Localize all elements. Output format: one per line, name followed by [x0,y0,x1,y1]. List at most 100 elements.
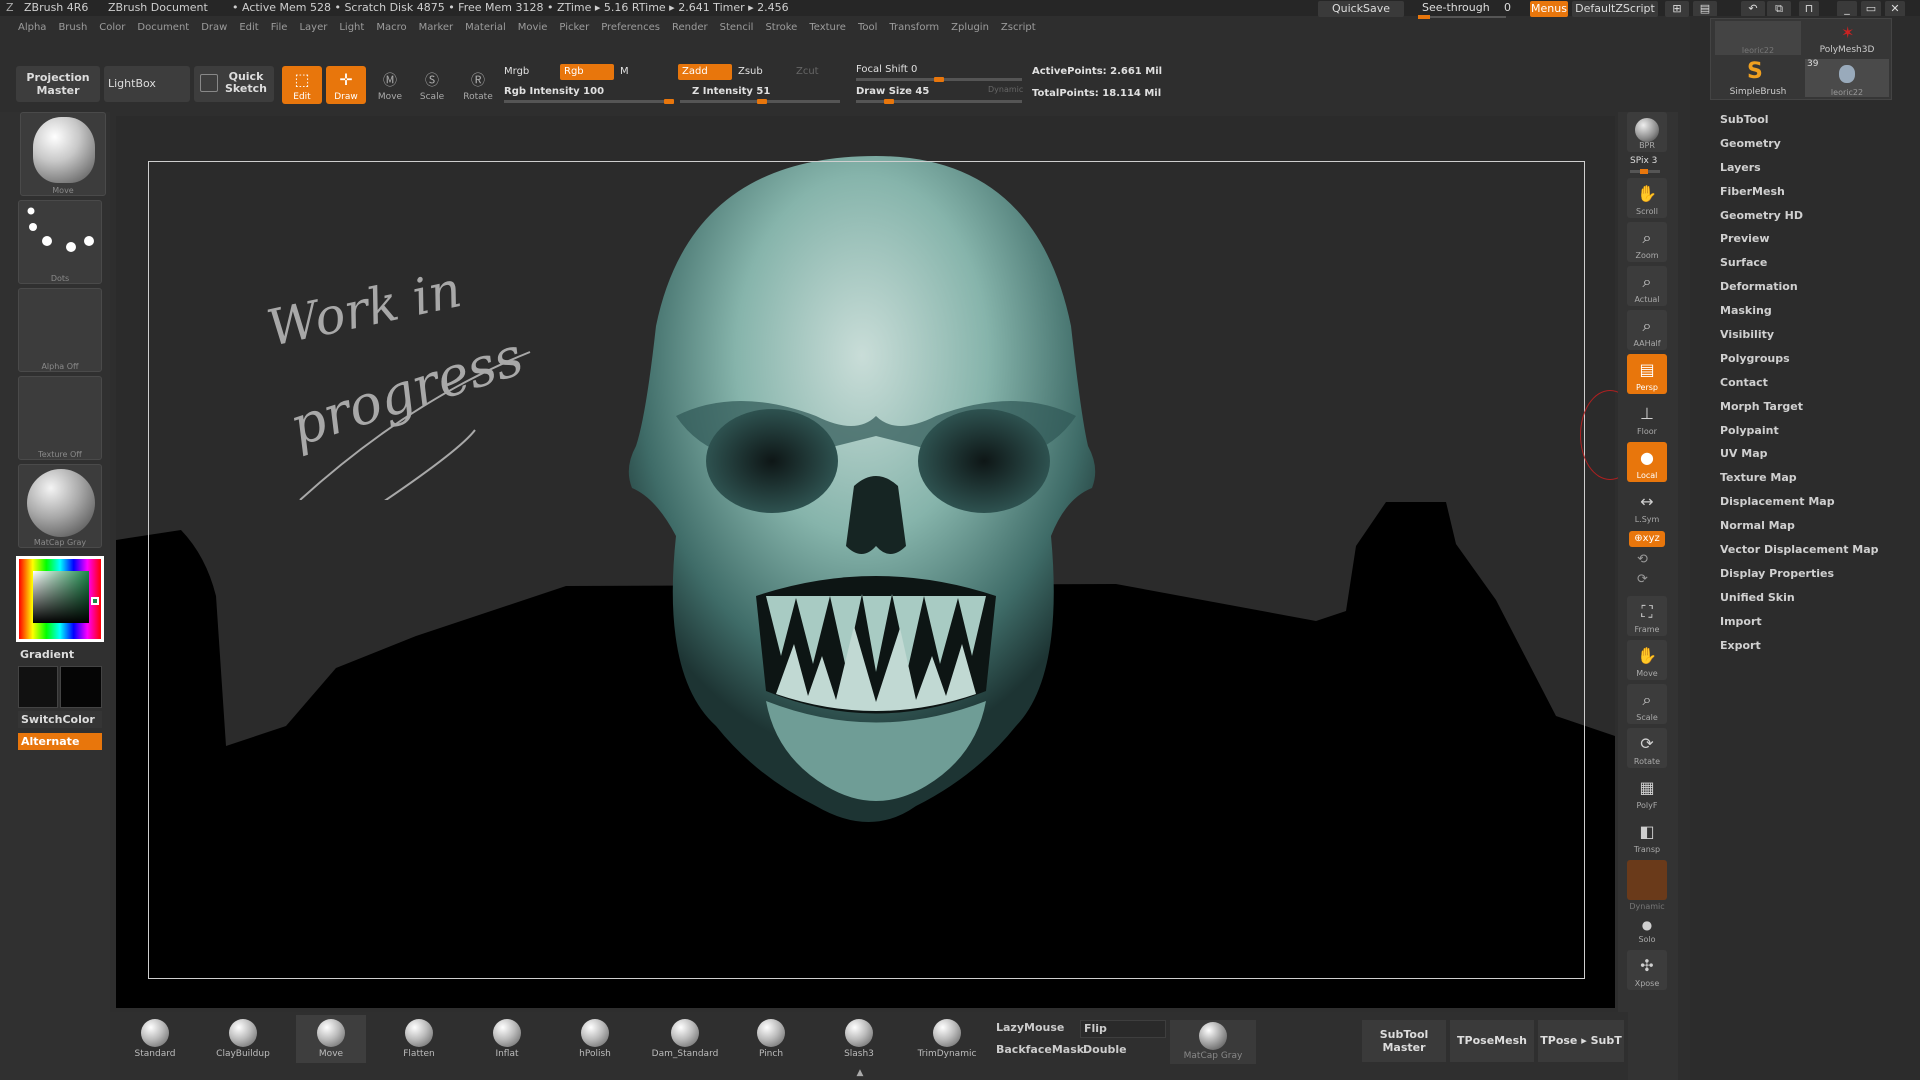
edit-button[interactable]: ⬚ Edit [282,66,322,104]
lsym-button[interactable]: ↔ L.Sym [1627,486,1667,526]
secondary-color-swatch[interactable] [60,666,102,708]
tool-menu-vector-displacement-map[interactable]: Vector Displacement Map [1720,542,1879,566]
menu-item-stroke[interactable]: Stroke [765,22,797,33]
mrgb-toggle[interactable]: Mrgb [504,66,529,77]
rgb-toggle[interactable]: Rgb [560,64,614,80]
spix-slider[interactable] [1630,169,1660,174]
current-brush-tile[interactable]: Move [20,112,106,196]
tool-menu-polypaint[interactable]: Polypaint [1720,423,1879,447]
flip-toggle[interactable]: Flip [1080,1020,1166,1038]
tool-menu-texture-map[interactable]: Texture Map [1720,470,1879,494]
menu-item-preferences[interactable]: Preferences [601,22,660,33]
tool-menu-uv-map[interactable]: UV Map [1720,446,1879,470]
bpr-button[interactable]: BPR [1627,112,1667,152]
brush-trimdynamic[interactable]: TrimDynamic [912,1015,982,1063]
menu-item-draw[interactable]: Draw [201,22,227,33]
menu-item-macro[interactable]: Macro [376,22,406,33]
tool-menu-displacement-map[interactable]: Displacement Map [1720,494,1879,518]
layout-icon[interactable]: ⊞ [1665,1,1689,17]
zoom-button[interactable]: ⌕ Zoom [1627,222,1667,262]
tool-menu-morph-target[interactable]: Morph Target [1720,399,1879,423]
lock-icon[interactable]: ⊓ [1799,1,1819,17]
tool-menu-polygroups[interactable]: Polygroups [1720,351,1879,375]
menu-item-light[interactable]: Light [339,22,364,33]
rotate-y-icon[interactable]: ⟲ [1637,552,1648,567]
rotate-button[interactable]: Ⓡ Rotate [456,66,500,104]
frame-button[interactable]: ⛶ Frame [1627,596,1667,636]
tool-menu-subtool[interactable]: SubTool [1720,112,1879,136]
quicksave-button[interactable]: QuickSave [1318,1,1404,17]
quick-sketch-button[interactable]: Quick Sketch [194,66,274,102]
tool-menu-surface[interactable]: Surface [1720,255,1879,279]
menu-item-document[interactable]: Document [137,22,189,33]
double-toggle[interactable]: Double [1083,1043,1127,1056]
tool-thumb-polymesh[interactable]: ✶ PolyMesh3D [1805,21,1889,55]
lightbox-button[interactable]: LightBox [104,66,190,102]
color-picker[interactable] [16,556,104,642]
redo-icon[interactable]: ⧉ [1767,1,1791,17]
tpose-subt-button[interactable]: TPose ▸ SubT [1538,1020,1624,1062]
menu-item-alpha[interactable]: Alpha [18,22,46,33]
color-scheme-icon[interactable]: ▤ [1693,1,1717,17]
bottom-matcap-tile[interactable]: MatCap Gray [1170,1020,1256,1064]
brush-move[interactable]: Move [296,1015,366,1063]
default-zscript-button[interactable]: DefaultZScript [1572,1,1658,17]
rotate-z-icon[interactable]: ⟳ [1637,572,1648,587]
menu-item-movie[interactable]: Movie [518,22,548,33]
menus-button[interactable]: Menus [1530,1,1568,17]
tool-menu-display-properties[interactable]: Display Properties [1720,566,1879,590]
menu-item-edit[interactable]: Edit [239,22,258,33]
rgb-intensity-slider[interactable] [504,99,674,104]
floor-button[interactable]: ⊥ Floor [1627,398,1667,438]
local-button[interactable]: ● Local [1627,442,1667,482]
subtool-master-button[interactable]: SubTool Master [1362,1020,1446,1062]
material-tile[interactable]: MatCap Gray [18,464,102,548]
tool-menu-preview[interactable]: Preview [1720,231,1879,255]
zadd-toggle[interactable]: Zadd [678,64,732,80]
brush-hpolish[interactable]: hPolish [560,1015,630,1063]
menu-item-zplugin[interactable]: Zplugin [951,22,989,33]
menu-item-material[interactable]: Material [465,22,506,33]
close-icon[interactable]: ✕ [1885,1,1905,17]
polyf-button[interactable]: ▦ PolyF [1627,772,1667,812]
tool-menu-geometry-hd[interactable]: Geometry HD [1720,208,1879,232]
texture-tile[interactable]: Texture Off [18,376,102,460]
scale-button[interactable]: Ⓢ Scale [412,66,452,104]
spix-label[interactable]: SPix 3 [1630,156,1657,166]
tool-menu-geometry[interactable]: Geometry [1720,136,1879,160]
menu-item-render[interactable]: Render [672,22,708,33]
tool-menu-fibermesh[interactable]: FiberMesh [1720,184,1879,208]
brush-dam-standard[interactable]: Dam_Standard [650,1015,720,1063]
brush-standard[interactable]: Standard [120,1015,190,1063]
focal-shift-slider[interactable] [856,77,1022,82]
actual-button[interactable]: ⌕ Actual [1627,266,1667,306]
gradient-label[interactable]: Gradient [20,648,74,661]
aahalf-button[interactable]: ⌕ AAHalf [1627,310,1667,350]
saturation-square[interactable] [33,571,89,623]
tool-menu-unified-skin[interactable]: Unified Skin [1720,590,1879,614]
menu-item-marker[interactable]: Marker [419,22,454,33]
tool-thumb-leoric-active[interactable]: 39 leoric22 [1805,59,1889,97]
dock-move-button[interactable]: ✋ Move [1627,640,1667,680]
tool-menu-export[interactable]: Export [1720,638,1879,662]
menu-item-color[interactable]: Color [99,22,125,33]
transp-button[interactable]: ◧ Transp [1627,816,1667,856]
zsub-toggle[interactable]: Zsub [738,66,763,77]
shelf-expand-icon[interactable]: ▲ [850,1068,870,1078]
menu-item-brush[interactable]: Brush [58,22,87,33]
minimize-icon[interactable]: _ [1837,1,1857,17]
menu-item-zscript[interactable]: Zscript [1001,22,1036,33]
stroke-tile[interactable]: Dots [18,200,102,284]
brush-slash3[interactable]: Slash3 [824,1015,894,1063]
brush-inflat[interactable]: Inflat [472,1015,542,1063]
brush-flatten[interactable]: Flatten [384,1015,454,1063]
tposemesh-button[interactable]: TPoseMesh [1450,1020,1534,1062]
tool-menu-masking[interactable]: Masking [1720,303,1879,327]
menu-item-stencil[interactable]: Stencil [720,22,754,33]
undo-icon[interactable]: ↶ [1741,1,1765,17]
tool-menu-normal-map[interactable]: Normal Map [1720,518,1879,542]
menu-item-picker[interactable]: Picker [559,22,589,33]
xpose-button[interactable]: ✣ Xpose [1627,950,1667,990]
tool-thumb-leoric[interactable]: leoric22 [1715,21,1801,55]
tool-menu-visibility[interactable]: Visibility [1720,327,1879,351]
